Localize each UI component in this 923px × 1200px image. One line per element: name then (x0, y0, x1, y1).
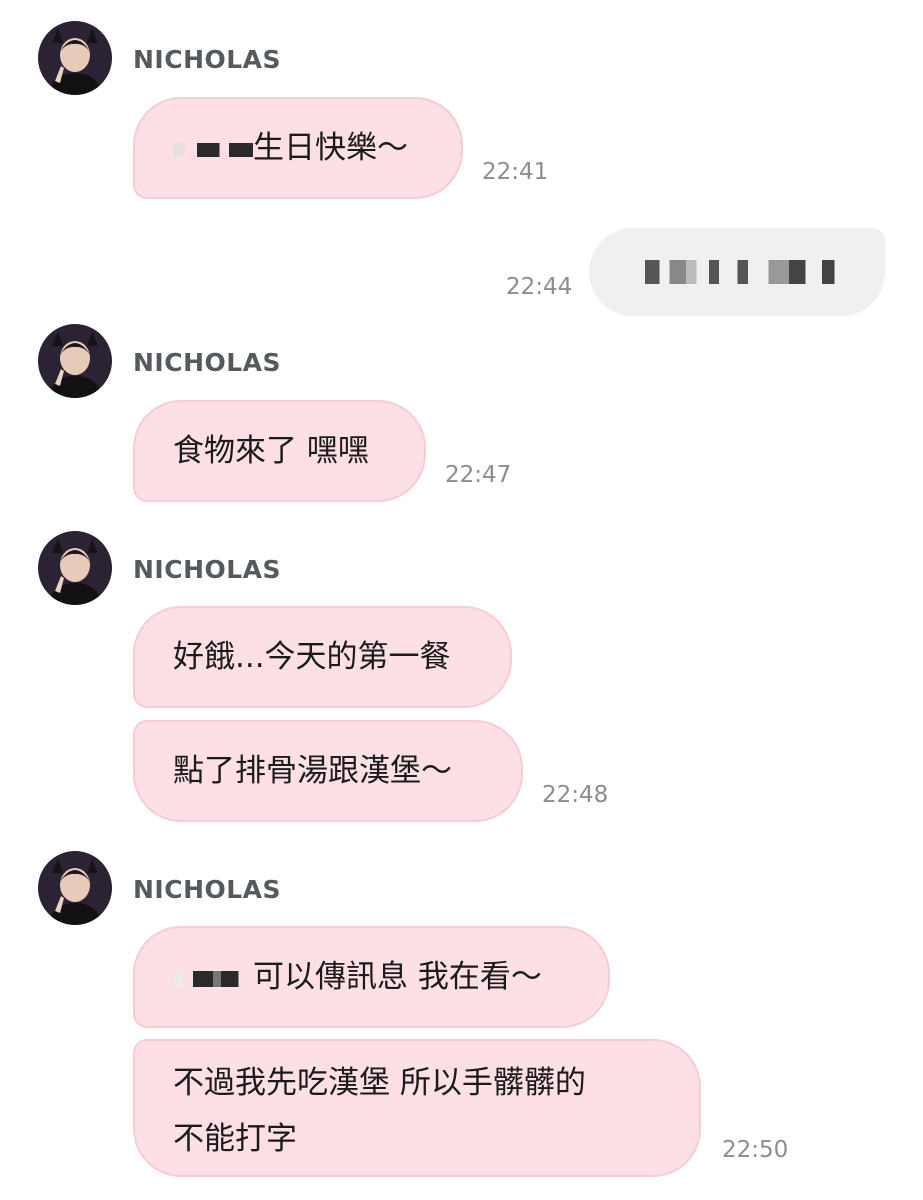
message-bubble[interactable]: 點了排骨湯跟漢堡～ (133, 720, 523, 822)
avatar[interactable] (38, 531, 112, 605)
redacted-text (173, 142, 253, 157)
avatar[interactable] (38, 851, 112, 925)
avatar-icon (38, 21, 112, 95)
sender-name: NICHOLAS (133, 45, 282, 74)
message-time: 22:48 (542, 782, 609, 808)
message-text: 可以傳訊息 我在看～ (253, 959, 542, 995)
outgoing-message-bubble[interactable] (589, 228, 885, 316)
avatar-icon (38, 531, 112, 605)
message-bubble[interactable]: 不過我先吃漢堡 所以手髒髒的 不能打字 (133, 1039, 701, 1177)
message-bubble[interactable]: 好餓...今天的第一餐 (133, 606, 512, 708)
avatar[interactable] (38, 324, 112, 398)
redacted-text (173, 970, 253, 987)
message-time: 22:44 (506, 274, 573, 300)
redacted-text (645, 260, 851, 284)
message-text: 食物來了 嘿嘿 (173, 433, 369, 469)
message-bubble[interactable]: 生日快樂～ (133, 97, 463, 199)
message-time: 22:47 (445, 462, 512, 488)
avatar-icon (38, 324, 112, 398)
message-text: 點了排骨湯跟漢堡～ (173, 753, 452, 789)
avatar[interactable] (38, 21, 112, 95)
message-text-line: 不能打字 (173, 1121, 297, 1157)
avatar-icon (38, 851, 112, 925)
message-text-line: 不過我先吃漢堡 所以手髒髒的 (173, 1065, 586, 1101)
sender-name: NICHOLAS (133, 348, 282, 377)
message-bubble[interactable]: 食物來了 嘿嘿 (133, 400, 426, 502)
sender-name: NICHOLAS (133, 875, 282, 904)
chat-view: NICHOLAS 生日快樂～ 22:41 22:44 NICHOLAS 食物來了… (0, 0, 923, 1200)
message-time: 22:50 (722, 1137, 789, 1163)
message-text: 生日快樂～ (253, 130, 408, 166)
sender-name: NICHOLAS (133, 555, 282, 584)
message-time: 22:41 (482, 159, 549, 185)
message-bubble[interactable]: 可以傳訊息 我在看～ (133, 926, 610, 1028)
message-text: 好餓...今天的第一餐 (173, 639, 451, 675)
